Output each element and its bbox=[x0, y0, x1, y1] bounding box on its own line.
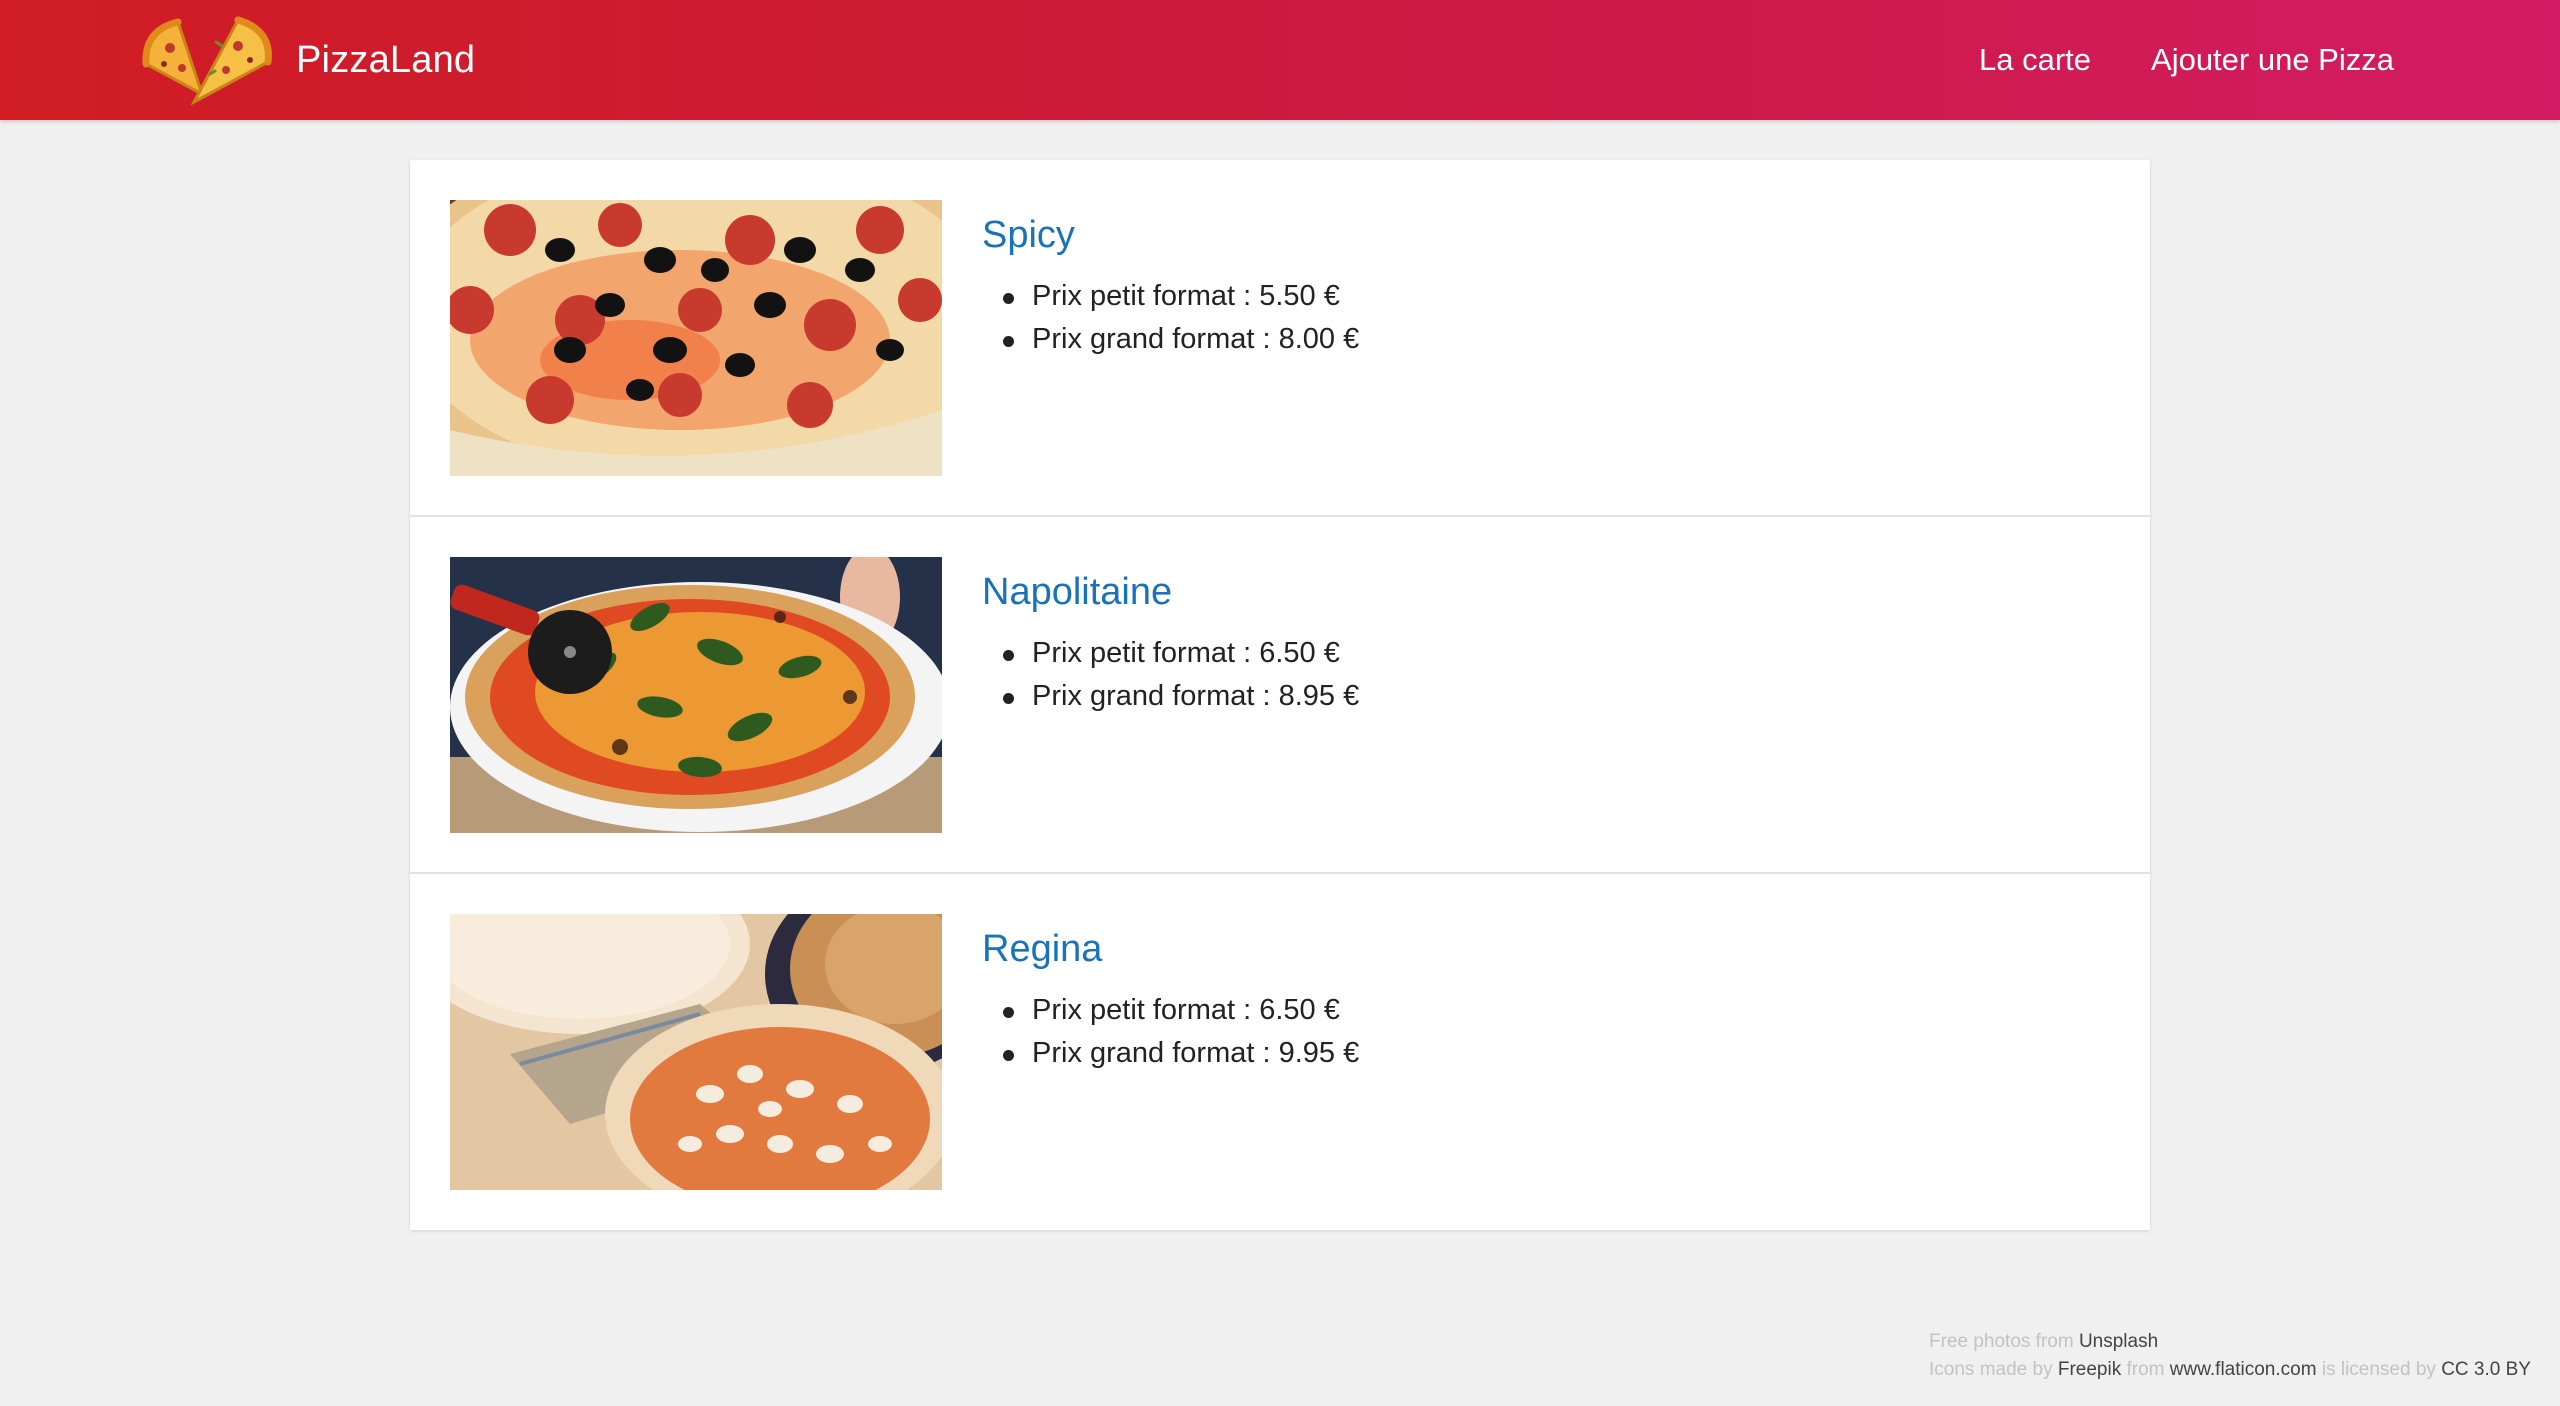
price-small: Prix petit format : 6.50 € bbox=[1002, 632, 1359, 675]
main-nav: La carte Ajouter une Pizza bbox=[1979, 0, 2394, 120]
price-list: Prix petit format : 5.50 € Prix grand fo… bbox=[982, 275, 1359, 361]
brand-link[interactable]: PizzaLand bbox=[138, 6, 475, 114]
pizza-photo-regina bbox=[450, 914, 942, 1190]
pizza-item-napolitaine[interactable]: Napolitaine Prix petit format : 6.50 € P… bbox=[410, 517, 2150, 874]
pizza-photo-spicy bbox=[450, 200, 942, 476]
nav-ajouter-pizza[interactable]: Ajouter une Pizza bbox=[2151, 42, 2394, 78]
icon-credit: Icons made by Freepik from www.flaticon.… bbox=[1929, 1356, 2531, 1384]
price-small: Prix petit format : 5.50 € bbox=[1002, 275, 1359, 318]
brand-name: PizzaLand bbox=[296, 38, 476, 81]
license-link[interactable]: CC 3.0 BY bbox=[2441, 1359, 2531, 1380]
price-small: Prix petit format : 6.50 € bbox=[1002, 989, 1359, 1032]
photo-credit: Free photos from Unsplash bbox=[1929, 1328, 2531, 1356]
pizza-photo-napolitaine bbox=[450, 557, 942, 833]
icon-credit-text: Icons made by bbox=[1929, 1359, 2053, 1380]
pizza-info: Regina Prix petit format : 6.50 € Prix g… bbox=[982, 928, 1359, 1075]
pizza-info: Napolitaine Prix petit format : 6.50 € P… bbox=[982, 571, 1359, 718]
credits-footer: Free photos from Unsplash Icons made by … bbox=[1929, 1328, 2531, 1384]
flaticon-link[interactable]: www.flaticon.com bbox=[2170, 1359, 2317, 1380]
price-list: Prix petit format : 6.50 € Prix grand fo… bbox=[982, 632, 1359, 718]
app-header: PizzaLand La carte Ajouter une Pizza bbox=[0, 0, 2560, 120]
photo-credit-text: Free photos from bbox=[1929, 1331, 2074, 1352]
pizza-name[interactable]: Spicy bbox=[982, 214, 1359, 257]
pizza-info: Spicy Prix petit format : 5.50 € Prix gr… bbox=[982, 214, 1359, 361]
pizza-item-regina[interactable]: Regina Prix petit format : 6.50 € Prix g… bbox=[410, 874, 2150, 1230]
price-large: Prix grand format : 9.95 € bbox=[1002, 1032, 1359, 1075]
pizza-slices-icon bbox=[142, 16, 272, 106]
price-large: Prix grand format : 8.00 € bbox=[1002, 318, 1359, 361]
pizza-item-spicy[interactable]: Spicy Prix petit format : 5.50 € Prix gr… bbox=[410, 160, 2150, 517]
pizza-name[interactable]: Regina bbox=[982, 928, 1359, 971]
freepik-link[interactable]: Freepik bbox=[2058, 1359, 2121, 1380]
pizza-name[interactable]: Napolitaine bbox=[982, 571, 1359, 614]
price-large: Prix grand format : 8.95 € bbox=[1002, 675, 1359, 718]
pizza-list: Spicy Prix petit format : 5.50 € Prix gr… bbox=[410, 160, 2150, 1230]
price-list: Prix petit format : 6.50 € Prix grand fo… bbox=[982, 989, 1359, 1075]
unsplash-link[interactable]: Unsplash bbox=[2079, 1331, 2158, 1352]
license-text: is licensed by bbox=[2321, 1359, 2436, 1380]
nav-la-carte[interactable]: La carte bbox=[1979, 42, 2091, 78]
from-text: from bbox=[2126, 1359, 2165, 1380]
